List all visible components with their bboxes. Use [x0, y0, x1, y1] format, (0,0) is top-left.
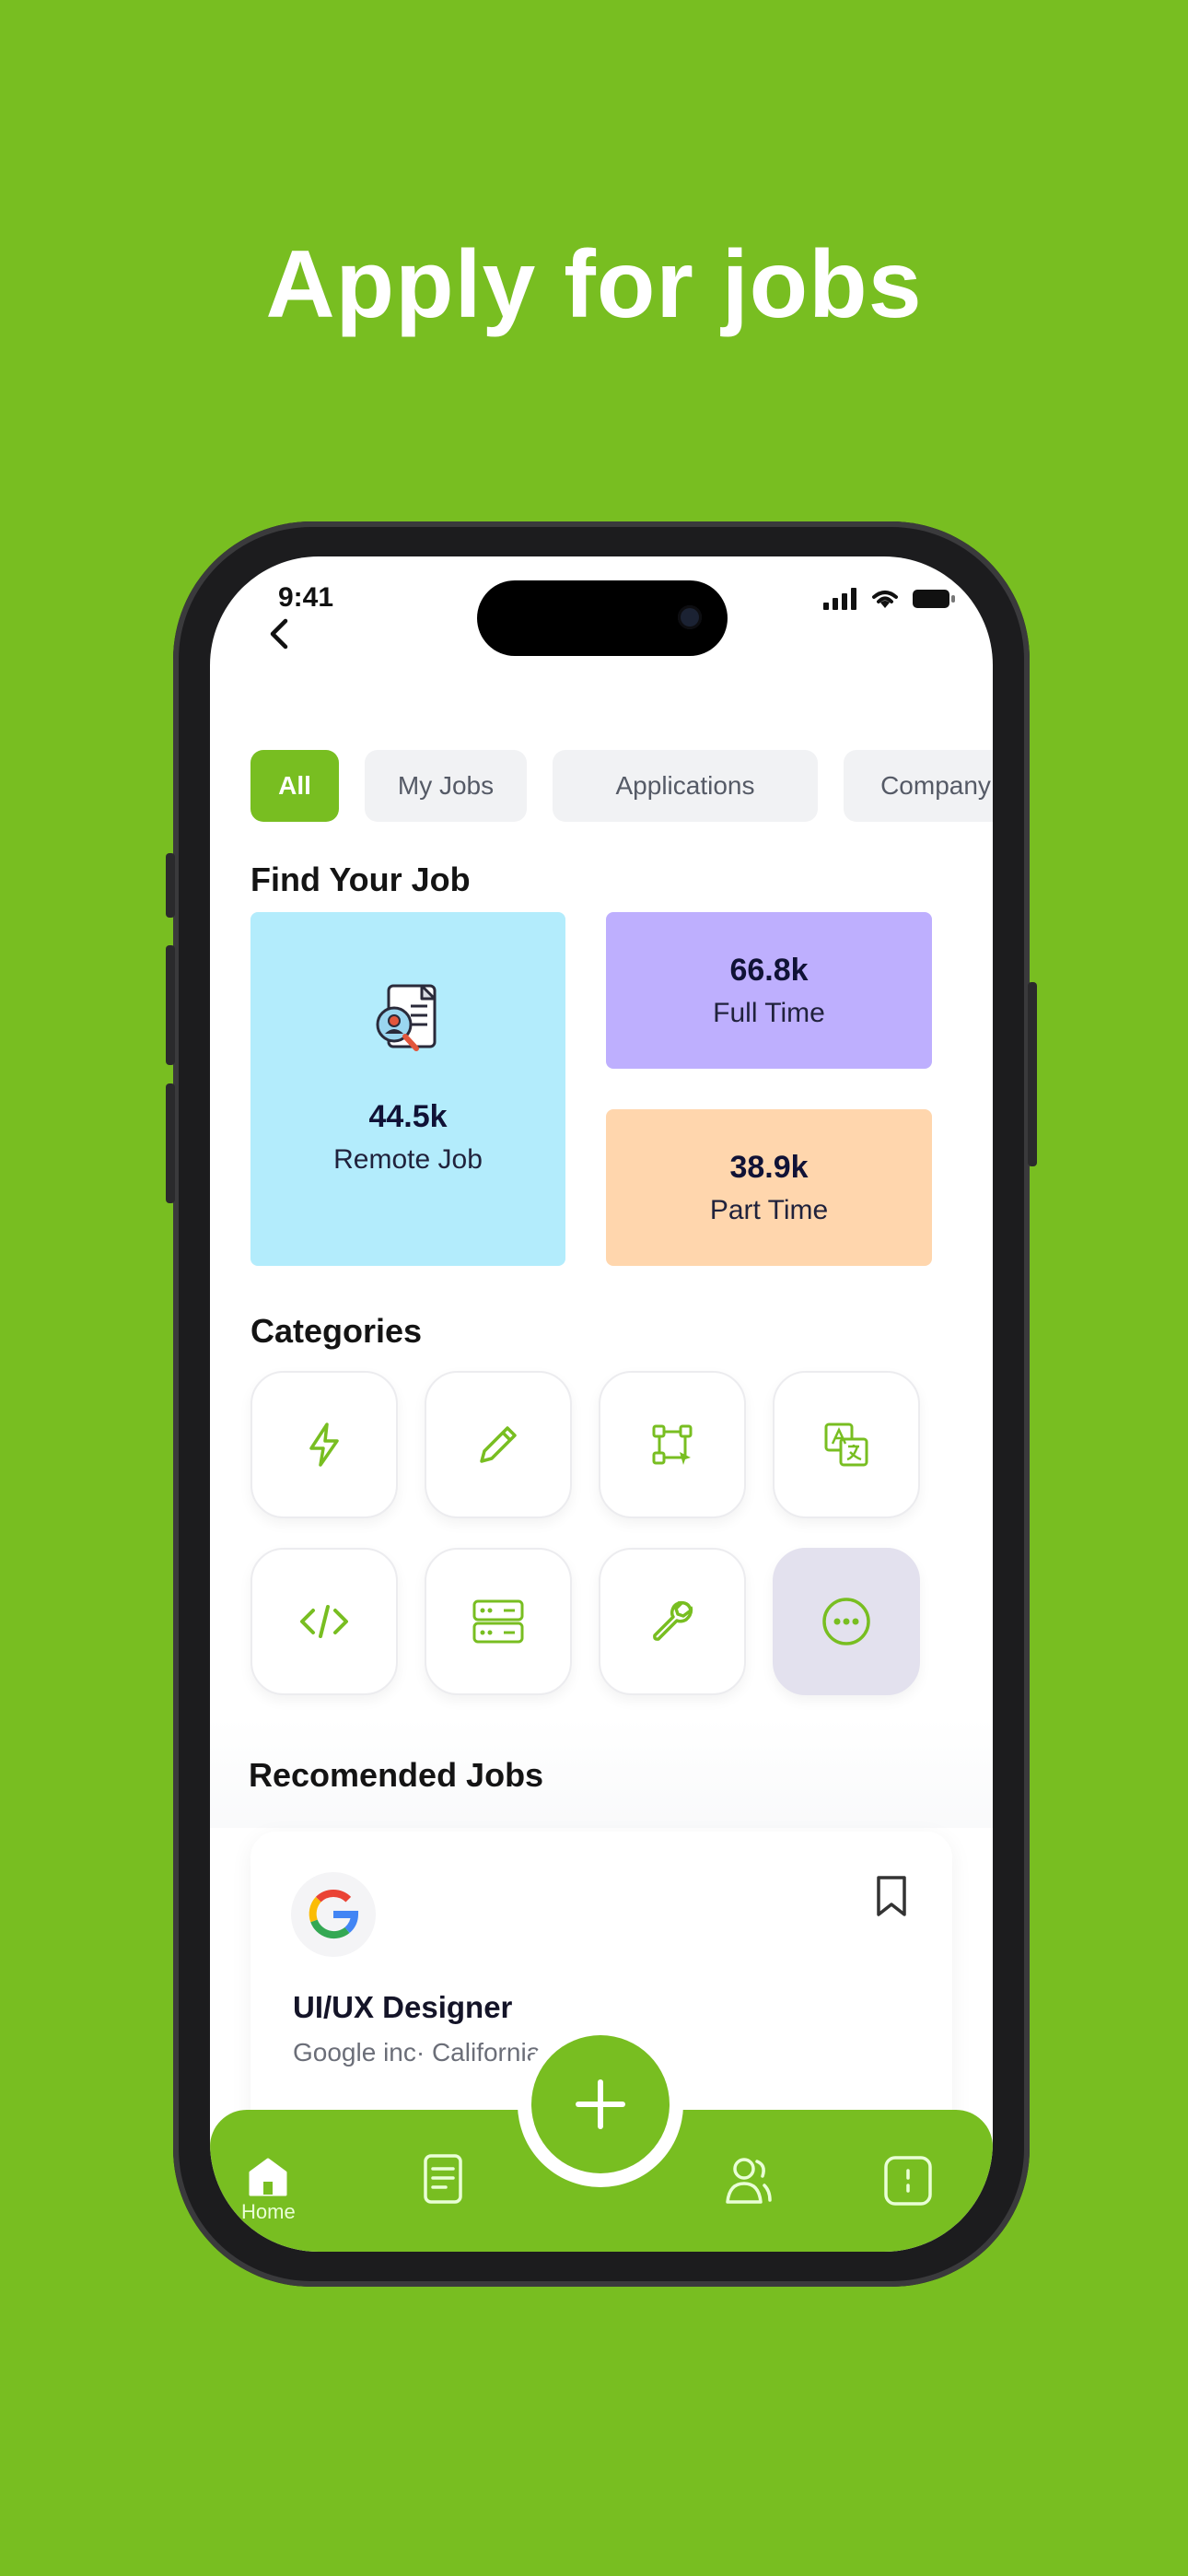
- category-server[interactable]: [425, 1548, 572, 1695]
- nav-home[interactable]: Home: [241, 2154, 296, 2224]
- recommended-title: Recomended Jobs: [249, 1756, 544, 1794]
- categories-title: Categories: [250, 1312, 423, 1350]
- headline: Apply for jobs: [265, 231, 923, 338]
- plus-icon: [576, 2079, 625, 2129]
- wifi-icon: [872, 591, 898, 608]
- status-icons: [823, 588, 956, 610]
- code-icon: [300, 1605, 348, 1638]
- category-vector[interactable]: [599, 1371, 746, 1518]
- job-title: UI/UX Designer: [293, 1990, 513, 2024]
- google-logo-icon: [291, 1872, 376, 1957]
- nav-documents[interactable]: [420, 2152, 466, 2207]
- status-time: 9:41: [278, 582, 334, 613]
- people-icon: [726, 2158, 772, 2204]
- dynamic-island: [477, 580, 728, 656]
- full-time-card[interactable]: 66.8k Full Time: [606, 912, 932, 1069]
- full-time-label: Full Time: [713, 998, 825, 1028]
- nav-people[interactable]: [722, 2154, 774, 2207]
- nav-profile[interactable]: [882, 2154, 934, 2207]
- find-job-title: Find Your Job: [250, 861, 471, 898]
- job-meta: Google inc· California: [293, 2038, 542, 2067]
- filter-tabs: All My Jobs Applications Company: [250, 750, 993, 822]
- part-time-card[interactable]: 38.9k Part Time: [606, 1109, 932, 1266]
- lightning-icon: [309, 1423, 339, 1467]
- category-more[interactable]: [773, 1548, 920, 1695]
- app-screen: 9:41 All My Jobs Applications Company Fi…: [210, 556, 993, 2252]
- translate-icon: [824, 1423, 868, 1467]
- full-time-count: 66.8k: [729, 953, 809, 988]
- resume-search-icon: [376, 984, 437, 1051]
- part-time-label: Part Time: [709, 1195, 829, 1225]
- categories-grid: [250, 1371, 920, 1695]
- part-time-count: 38.9k: [729, 1150, 809, 1185]
- tab-applications[interactable]: Applications: [553, 750, 818, 822]
- phone-frame: 9:41 All My Jobs Applications Company Fi…: [166, 521, 1037, 2287]
- category-lightning[interactable]: [250, 1371, 398, 1518]
- add-button[interactable]: [518, 2021, 683, 2187]
- category-translate[interactable]: [773, 1371, 920, 1518]
- category-pencil[interactable]: [425, 1371, 572, 1518]
- category-code[interactable]: [250, 1548, 398, 1695]
- phone-side-button: [166, 945, 175, 1065]
- more-icon: [822, 1598, 870, 1645]
- tab-my-jobs[interactable]: My Jobs: [365, 750, 527, 822]
- tab-all[interactable]: All: [250, 750, 339, 822]
- tab-company[interactable]: Company: [844, 750, 993, 822]
- home-icon: [249, 2158, 287, 2196]
- signal-icon: [823, 588, 856, 610]
- document-icon: [424, 2154, 462, 2204]
- phone-side-button: [1028, 982, 1037, 1166]
- back-icon[interactable]: [262, 615, 298, 652]
- nav-home-label: Home: [241, 2200, 296, 2223]
- remote-job-card[interactable]: 44.5k Remote Job: [250, 912, 565, 1266]
- card-icon: [884, 2156, 932, 2206]
- battery-icon: [913, 590, 955, 608]
- bookmark-icon[interactable]: [873, 1874, 910, 1918]
- server-icon: [472, 1599, 524, 1644]
- phone-side-button: [166, 1083, 175, 1203]
- category-wrench[interactable]: [599, 1548, 746, 1695]
- camera-icon: [678, 605, 702, 629]
- wrench-icon: [653, 1600, 693, 1641]
- pencil-icon: [480, 1426, 517, 1463]
- remote-job-count: 44.5k: [368, 1099, 448, 1134]
- phone-side-button: [166, 853, 175, 918]
- vector-crop-icon: [652, 1424, 693, 1465]
- remote-job-label: Remote Job: [333, 1144, 483, 1175]
- add-button-inner: [531, 2035, 670, 2173]
